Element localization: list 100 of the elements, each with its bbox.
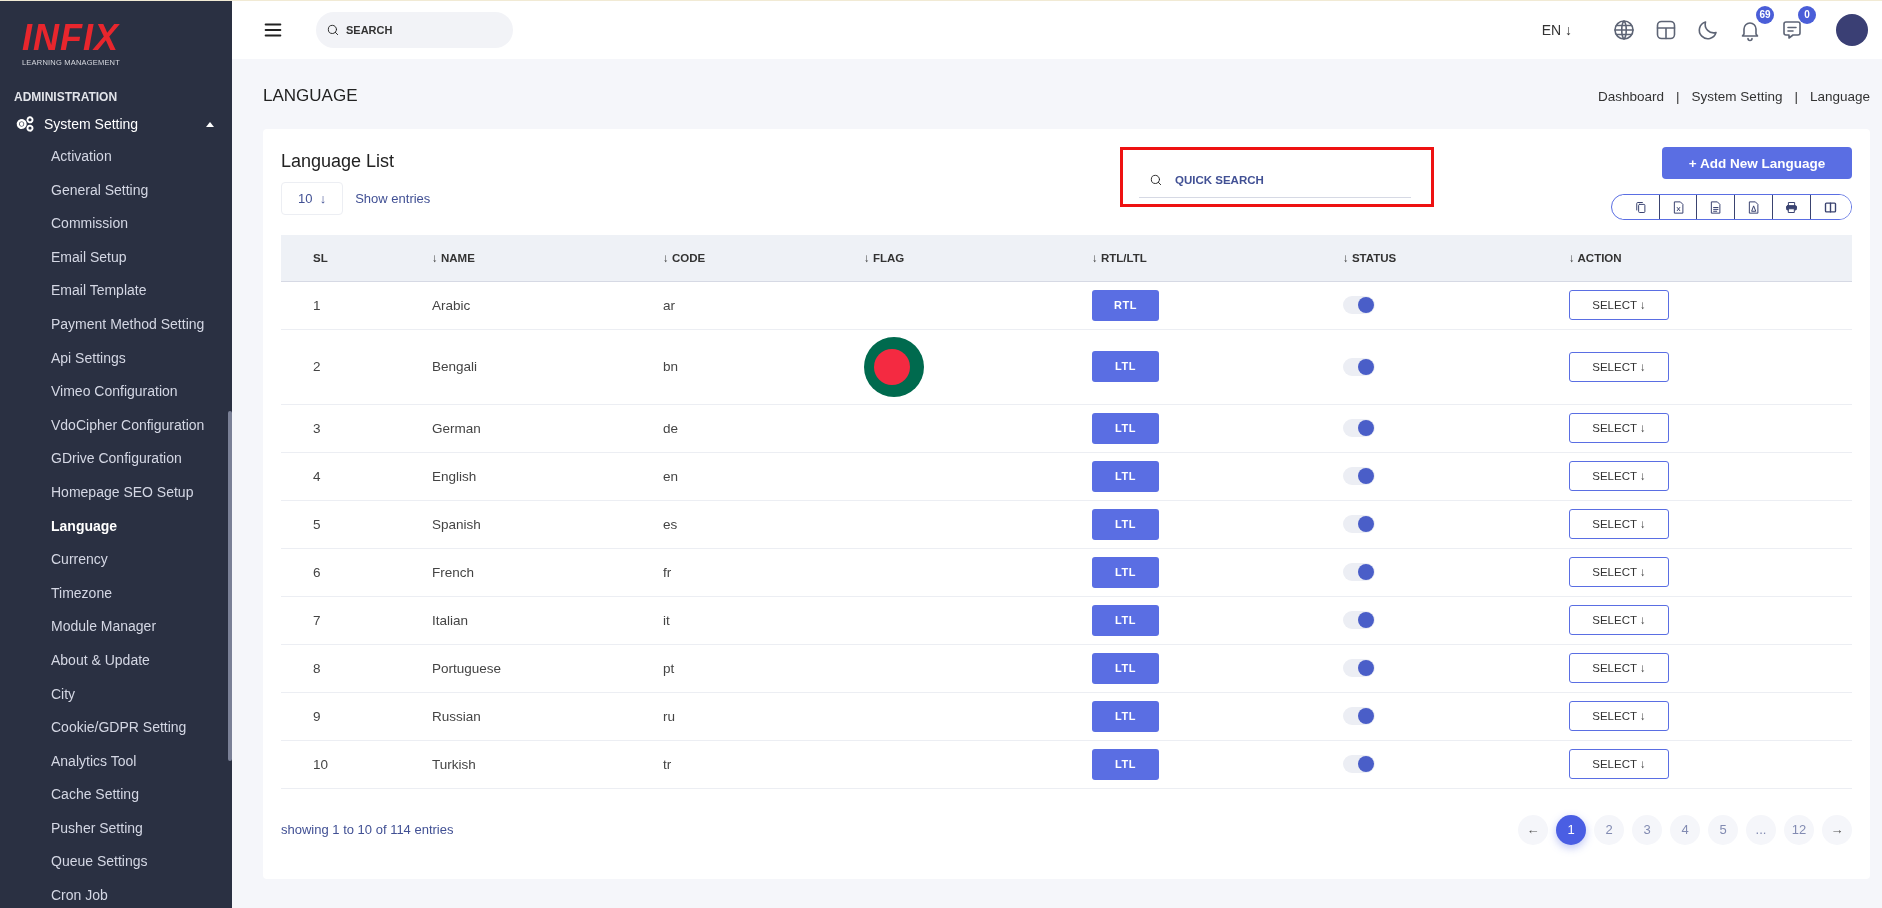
gears-icon[interactable] (14, 114, 36, 134)
table-cell: de (663, 420, 679, 436)
select-dropdown[interactable]: SELECT ↓ (1569, 557, 1669, 588)
breadcrumb-link[interactable]: Language (1809, 88, 1870, 104)
next-page-button[interactable]: → (1822, 814, 1852, 845)
column-header[interactable]: ↓ RTL/LTL (1092, 252, 1147, 264)
moon-icon[interactable] (1696, 18, 1720, 42)
direction-badge: LTL (1092, 351, 1159, 383)
table-cell: en (663, 468, 679, 484)
status-toggle[interactable] (1343, 755, 1375, 774)
chat-icon[interactable] (1780, 18, 1804, 42)
breadcrumb-link[interactable]: Dashboard (1598, 88, 1665, 104)
breadcrumb-separator: | (1794, 88, 1798, 104)
select-dropdown[interactable]: SELECT ↓ (1569, 351, 1669, 382)
search-field[interactable]: SEARCH (316, 12, 513, 48)
status-toggle[interactable] (1343, 467, 1375, 486)
sidebar-item[interactable]: GDrive Configuration (0, 442, 182, 476)
select-dropdown[interactable]: SELECT ↓ (1569, 461, 1669, 492)
table-cell: French (432, 564, 475, 580)
table-cell: Spanish (432, 516, 481, 532)
status-toggle[interactable] (1343, 659, 1375, 678)
select-dropdown[interactable]: SELECT ↓ (1569, 509, 1669, 540)
status-toggle[interactable] (1343, 611, 1375, 630)
sidebar-item[interactable]: Commission (0, 207, 128, 241)
sidebar-item[interactable]: Cron Job (0, 879, 108, 908)
avatar[interactable] (1836, 14, 1868, 46)
table-cell: Arabic (432, 297, 471, 313)
columns-icon[interactable] (1823, 199, 1839, 215)
select-dropdown[interactable]: SELECT ↓ (1569, 749, 1669, 780)
table-cell: 5 (313, 516, 321, 532)
direction-badge: LTL (1092, 556, 1159, 588)
sidebar-item[interactable]: Vimeo Configuration (0, 375, 178, 409)
column-header[interactable]: ↓ NAME (432, 252, 475, 264)
status-toggle[interactable] (1343, 707, 1375, 726)
table-cell: 4 (313, 468, 321, 484)
status-toggle[interactable] (1343, 563, 1375, 582)
sidebar-item[interactable]: Homepage SEO Setup (0, 475, 194, 510)
print-icon[interactable] (1783, 199, 1799, 215)
column-header[interactable]: ↓ ACTION (1569, 252, 1622, 264)
select-dropdown[interactable]: SELECT ↓ (1569, 290, 1669, 321)
breadcrumb-link[interactable]: System Setting (1691, 88, 1783, 104)
select-dropdown[interactable]: SELECT ↓ (1569, 701, 1669, 732)
card-title: Language List (281, 151, 396, 172)
table-cell: es (663, 516, 678, 532)
select-dropdown[interactable]: SELECT ↓ (1569, 413, 1669, 444)
sidebar-item[interactable]: General Setting (0, 173, 149, 208)
sidebar-group[interactable]: System Setting (14, 112, 214, 136)
status-toggle[interactable] (1343, 296, 1375, 315)
sidebar-item[interactable]: VdoCipher Configuration (0, 408, 205, 443)
search-icon[interactable] (1149, 173, 1163, 187)
table-cell: Russian (432, 708, 481, 724)
document-icon[interactable] (1708, 199, 1724, 215)
add-language-button[interactable]: + Add New Language (1662, 147, 1852, 179)
sidebar-item[interactable]: Currency (0, 543, 108, 577)
search-icon[interactable] (326, 23, 340, 37)
sidebar-item[interactable]: Email Template (0, 274, 147, 308)
sidebar-item[interactable]: City (0, 677, 76, 712)
sidebar-item[interactable]: Queue Settings (0, 845, 148, 880)
sidebar-item[interactable]: Language (0, 509, 118, 544)
export-button[interactable] (1622, 195, 1660, 219)
section-heading: ADMINISTRATION (14, 90, 119, 104)
globe-icon[interactable] (1612, 18, 1636, 42)
layout-icon[interactable] (1654, 18, 1678, 42)
direction-badge: LTL (1092, 748, 1159, 780)
status-toggle[interactable] (1343, 357, 1375, 376)
entries-info: showing 1 to 10 of 114 entries (281, 822, 454, 838)
sidebar-item[interactable]: Cookie/GDPR Setting (0, 711, 187, 745)
page-size-select[interactable]: 10 ↓ (281, 182, 344, 215)
language-selector[interactable]: EN ↓ (1541, 22, 1572, 38)
status-toggle[interactable] (1343, 515, 1375, 534)
page-button[interactable]: 1 (1556, 814, 1586, 845)
sidebar-item[interactable]: Timezone (0, 576, 112, 611)
select-dropdown[interactable]: SELECT ↓ (1569, 605, 1669, 636)
column-header[interactable]: ↓ FLAG (864, 252, 905, 264)
page-title: LANGUAGE (263, 86, 358, 106)
sidebar-item[interactable]: Email Setup (0, 240, 127, 275)
scrollbar[interactable] (228, 411, 232, 761)
pdf-file-icon[interactable] (1746, 199, 1761, 215)
table-cell: bn (663, 359, 679, 375)
sidebar-item[interactable]: Module Manager (0, 610, 157, 644)
sidebar-item[interactable]: Activation (0, 140, 112, 174)
sidebar-item[interactable]: Api Settings (0, 341, 126, 376)
direction-badge: LTL (1092, 460, 1159, 492)
column-header[interactable]: ↓ STATUS (1343, 252, 1397, 264)
previous-page-button[interactable]: ← (1518, 814, 1548, 845)
select-dropdown[interactable]: SELECT ↓ (1569, 653, 1669, 684)
sidebar-item[interactable]: Payment Method Setting (0, 307, 205, 342)
sidebar-item[interactable]: Analytics Tool (0, 744, 137, 779)
direction-badge: LTL (1092, 412, 1159, 444)
direction-badge: LTL (1092, 508, 1159, 540)
direction-badge: LTL (1092, 700, 1159, 732)
column-header[interactable]: SL (313, 252, 328, 264)
table-cell: Bengali (432, 359, 478, 375)
table-cell: 10 (313, 756, 329, 772)
sidebar-item[interactable]: About & Update (0, 643, 150, 678)
sidebar-item[interactable]: Pusher Setting (0, 811, 143, 846)
sidebar-item[interactable]: Cache Setting (0, 778, 139, 812)
column-header[interactable]: ↓ CODE (663, 252, 706, 264)
table-cell: fr (663, 564, 672, 580)
status-toggle[interactable] (1343, 419, 1375, 438)
